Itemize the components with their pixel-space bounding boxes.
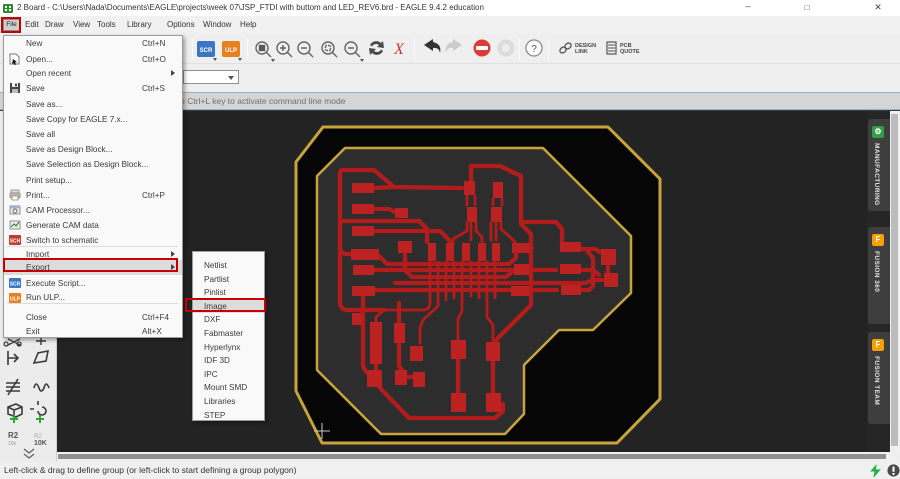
svg-text:QUOTE: QUOTE [620,49,640,55]
svg-text:ULP: ULP [10,296,21,302]
svg-text:SCR: SCR [200,48,213,54]
svg-text:10k: 10k [8,441,17,447]
svg-text:10K: 10K [34,440,47,447]
svg-text:R2: R2 [8,431,19,440]
svg-text:?: ? [531,44,537,55]
svg-text:SCR: SCR [10,282,21,288]
svg-text:SCH: SCH [10,239,21,245]
svg-text:LINK: LINK [575,49,588,55]
svg-text:ULP: ULP [225,48,237,54]
svg-text:X: X [393,41,405,58]
